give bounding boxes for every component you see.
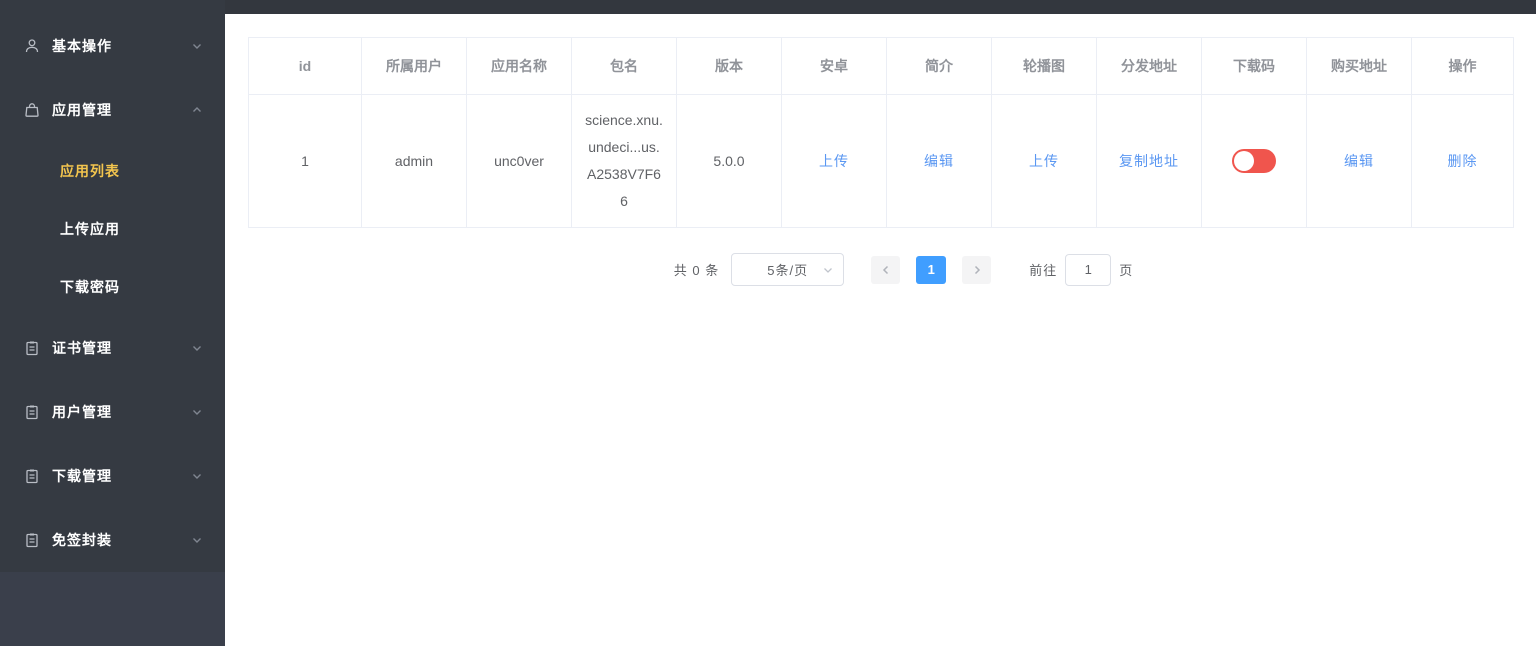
cell-carousel: 上传 [991,94,1097,228]
sidebar-item-download-management[interactable]: 下载管理 [0,444,225,508]
chevron-down-icon [193,474,201,479]
table-header-row: id 所属用户 应用名称 包名 版本 安卓 简介 轮播图 分发地址 下载码 购买… [248,37,1514,95]
chevron-left-icon [882,265,888,274]
cell-android: 上传 [781,94,887,228]
sidebar-item-label: 应用管理 [52,102,112,118]
sidebar-item-label: 下载管理 [52,468,112,484]
table-row: 1 admin unc0ver science.xnu.undeci...us.… [248,94,1514,228]
cell-intro: 编辑 [886,94,992,228]
goto-label: 前往 [1029,263,1058,278]
bag-icon [25,103,39,117]
col-header-version: 版本 [676,37,782,95]
app-table: id 所属用户 应用名称 包名 版本 安卓 简介 轮播图 分发地址 下载码 购买… [248,37,1514,228]
sidebar-item-label: 免签封装 [52,532,112,548]
col-header-id: id [248,37,362,95]
top-bar [0,0,1536,14]
cell-download-code [1201,94,1307,228]
goto-page-input[interactable] [1065,253,1112,286]
sidebar-item-label: 证书管理 [52,340,112,356]
sidebar-item-app-management[interactable]: 应用管理 [0,78,225,142]
chevron-down-icon [824,268,833,273]
col-header-operation: 操作 [1411,37,1514,95]
clipboard-icon [26,341,38,356]
cell-version: 5.0.0 [676,94,782,228]
prev-page-button[interactable] [871,255,901,284]
sidebar-subitem-download-password[interactable]: 下载密码 [0,258,225,316]
sidebar-subitem-label: 上传应用 [60,221,120,237]
carousel-upload-link[interactable]: 上传 [1029,153,1059,169]
clipboard-icon [26,469,38,484]
sidebar-item-basic-operations[interactable]: 基本操作 [0,14,225,78]
sidebar-item-label: 用户管理 [52,404,112,420]
chevron-up-icon [193,107,201,112]
chevron-down-icon [193,410,201,415]
cell-operation: 删除 [1411,94,1514,228]
sidebar-subitem-upload-app[interactable]: 上传应用 [0,200,225,258]
sidebar-subitem-label: 下载密码 [60,279,120,295]
sidebar-subitem-label: 应用列表 [60,163,120,179]
page-unit-label: 页 [1119,263,1134,278]
copy-address-link[interactable]: 复制地址 [1119,153,1179,169]
sidebar-item-user-management[interactable]: 用户管理 [0,380,225,444]
cell-purchase: 编辑 [1306,94,1412,228]
package-name-text: science.xnu.undeci...us.A2538V7F66 [585,112,663,209]
main-content: id 所属用户 应用名称 包名 版本 安卓 简介 轮播图 分发地址 下载码 购买… [225,14,1536,646]
sidebar: 基本操作 应用管理 应用列表 上传应用 下载密码 证书管理 用户管理 下载管理 … [0,0,225,646]
cell-app-name: unc0ver [466,94,572,228]
col-header-owner: 所属用户 [361,37,467,95]
col-header-distribute-url: 分发地址 [1096,37,1202,95]
cell-package: science.xnu.undeci...us.A2538V7F66 [571,94,677,228]
pagination-total: 共 0 条 [673,263,720,278]
toggle-knob [1234,151,1254,171]
col-header-carousel: 轮播图 [991,37,1097,95]
col-header-android: 安卓 [781,37,887,95]
sidebar-subitem-app-list[interactable]: 应用列表 [0,142,225,200]
cell-id: 1 [248,94,362,228]
sidebar-item-label: 基本操作 [52,38,112,54]
col-header-package: 包名 [571,37,677,95]
delete-link[interactable]: 删除 [1448,153,1478,169]
pagination-bar: 共 0 条 5条/页 1 前往 页 [271,253,1536,286]
col-header-download-code: 下载码 [1201,37,1307,95]
chevron-down-icon [193,346,201,351]
page-number-button[interactable]: 1 [916,255,947,284]
col-header-purchase-url: 购买地址 [1306,37,1412,95]
next-page-button[interactable] [962,255,992,284]
col-header-intro: 简介 [886,37,992,95]
purchase-edit-link[interactable]: 编辑 [1344,153,1374,169]
sidebar-item-signfree-packaging[interactable]: 免签封装 [0,508,225,572]
page-size-value: 5条/页 [767,263,809,278]
chevron-down-icon [193,44,201,49]
chevron-right-icon [974,265,980,274]
android-upload-link[interactable]: 上传 [819,153,849,169]
page-size-select[interactable]: 5条/页 [731,253,845,286]
sidebar-item-certificate-management[interactable]: 证书管理 [0,316,225,380]
cell-distribute: 复制地址 [1096,94,1202,228]
col-header-app-name: 应用名称 [466,37,572,95]
user-icon [25,39,39,53]
goto-page-group: 前往 页 [1029,253,1134,286]
chevron-down-icon [193,538,201,543]
download-code-toggle[interactable] [1232,149,1276,173]
cell-owner: admin [361,94,467,228]
app-table-container: id 所属用户 应用名称 包名 版本 安卓 简介 轮播图 分发地址 下载码 购买… [248,37,1514,286]
intro-edit-link[interactable]: 编辑 [924,153,954,169]
clipboard-icon [26,405,38,420]
clipboard-icon [26,533,38,548]
sidebar-menu: 基本操作 应用管理 应用列表 上传应用 下载密码 证书管理 用户管理 下载管理 … [0,14,225,572]
sidebar-bottom-panel [0,572,225,646]
